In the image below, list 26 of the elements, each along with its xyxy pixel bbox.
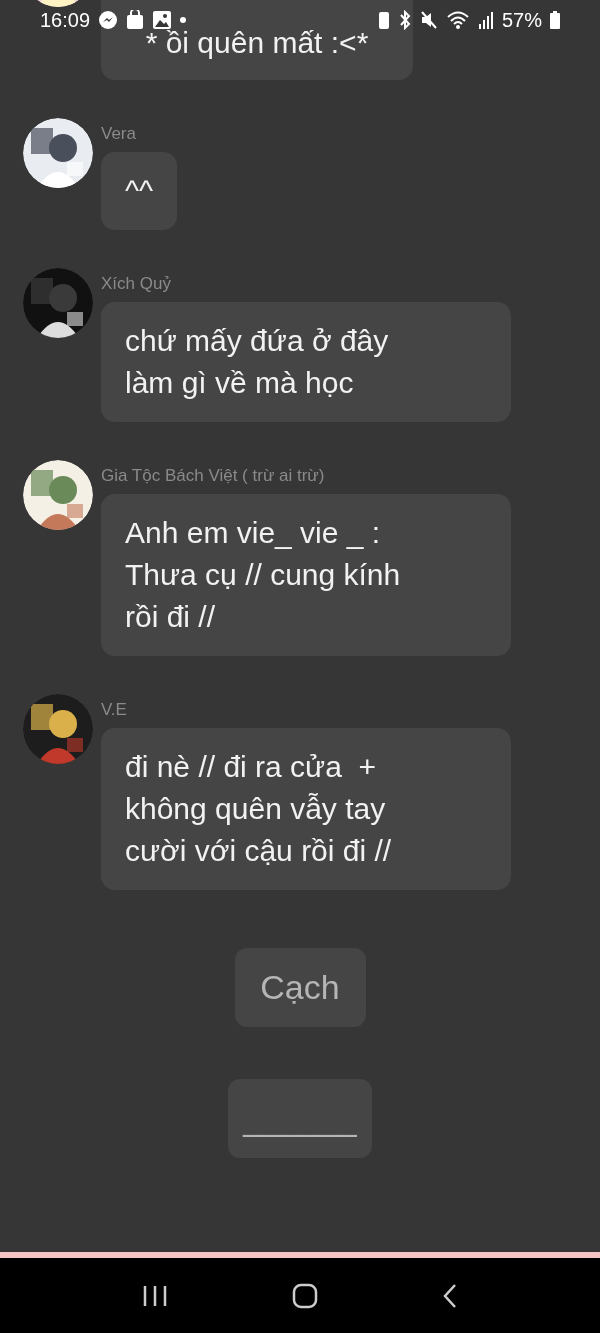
dot-icon	[180, 17, 187, 23]
message-text: Anh em vie_ vie _ : Thưa cụ // cung kính rồi đi //	[125, 515, 402, 635]
message-text: chứ mấy đứa ở đây làm gì về mà học	[125, 323, 390, 401]
home-icon[interactable]	[292, 1282, 318, 1309]
bluetooth-icon	[397, 10, 412, 30]
mute-icon	[419, 10, 438, 30]
battery-saver-icon	[377, 10, 390, 30]
status-time: 16:09	[40, 8, 91, 33]
sender-name: Gia Tộc Bách Việt ( trừ ai trừ)	[101, 466, 326, 486]
wifi-icon	[445, 10, 470, 30]
messenger-icon	[98, 10, 119, 30]
sender-name: Xích Quỷ	[101, 274, 172, 294]
message-text: ^^	[125, 173, 154, 209]
recent-apps-icon[interactable]	[142, 1283, 168, 1308]
message-text: * ồi quên mất :<*	[145, 25, 369, 61]
sender-name: Vera	[101, 124, 137, 144]
battery-percent: 57%	[501, 8, 542, 33]
narration-text: Cạch	[260, 967, 340, 1008]
message-text: đi nè // đi ra cửa + không quên vẫy tay cười với cậu rồi đi //	[125, 749, 393, 869]
shopping-bag-icon	[126, 10, 145, 30]
image-icon	[152, 10, 173, 30]
narration-text: ______	[243, 1098, 357, 1139]
back-icon[interactable]	[442, 1282, 458, 1309]
sender-name: V.E	[101, 700, 128, 720]
signal-icon	[477, 10, 494, 30]
battery-icon	[550, 11, 560, 29]
